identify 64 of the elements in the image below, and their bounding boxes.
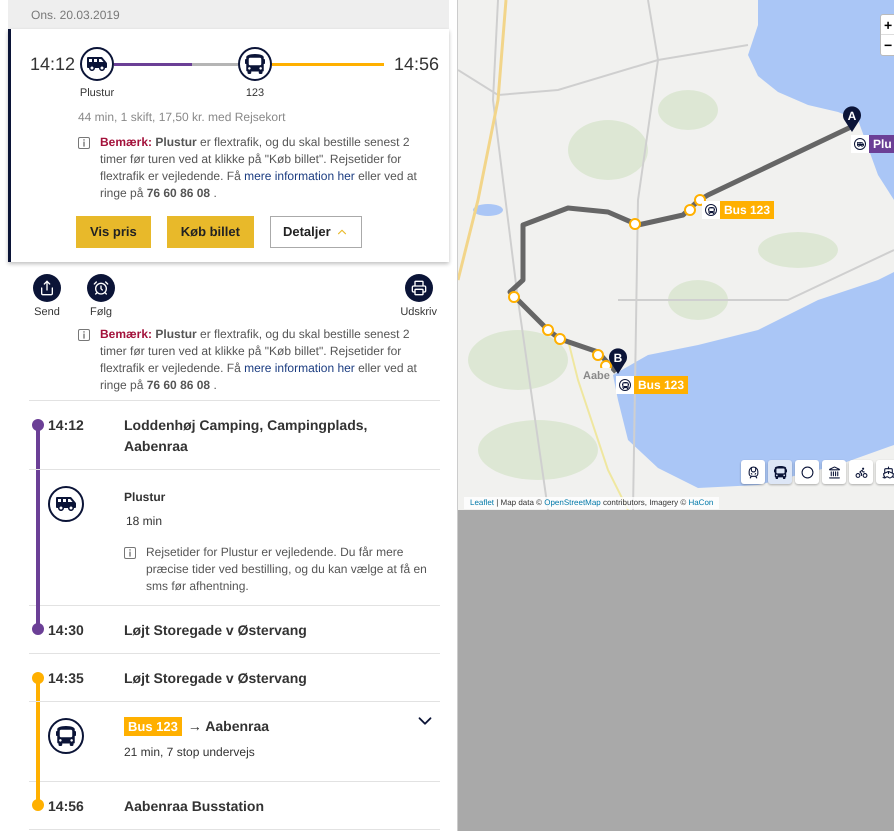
notice-text: Bemærk: Plustur er flextrafik, og du skal bestille senest 2 timer før turen ved at klikke på "Køb billet". Rejsetider for flextrafik er vejledende. Få mere information her eller ved at ringe på 76 60 86 08 .	[100, 134, 417, 202]
stop-name: Aabenraa Busstation	[124, 797, 264, 816]
details-button[interactable]: Detaljer	[270, 216, 362, 248]
attribution-link[interactable]: HaCon	[688, 498, 714, 507]
map-layer-button[interactable]	[849, 460, 873, 484]
map-pin[interactable]: B	[608, 348, 628, 374]
map-layer-button[interactable]	[822, 460, 846, 484]
transfer-line	[192, 63, 238, 66]
stop-name: Løjt Storegade v Østervang	[124, 621, 307, 640]
attribution-link[interactable]: OpenStreetMap	[544, 498, 601, 507]
map-pin[interactable]: A	[842, 106, 862, 132]
ship-icon	[882, 466, 894, 478]
departure-time: 14:12	[30, 53, 76, 76]
stop-time: 14:56	[48, 797, 85, 816]
share-icon	[39, 280, 55, 296]
info-link[interactable]: mere information her	[244, 168, 355, 182]
map-layer-button[interactable]	[741, 460, 765, 484]
stop-name: Loddenhøj Camping, Campingplads, Aabenraa	[124, 416, 368, 456]
stop-time: 14:30	[48, 621, 85, 640]
bus-icon	[245, 54, 265, 74]
bicycle-icon	[854, 466, 868, 478]
map-route-label[interactable]: Plu	[869, 135, 894, 153]
info-icon	[78, 136, 90, 148]
action-button[interactable]: Køb billet	[166, 216, 254, 248]
date-text: Ons. 20.03.2019	[31, 6, 120, 24]
van-icon	[87, 54, 107, 74]
leg-direction: → Aabenraa	[188, 717, 270, 736]
zoom-out-button[interactable]: −	[881, 35, 894, 55]
circle-icon	[800, 466, 814, 478]
notice-text: Bemærk: Plustur er flextrafik, og du skal bestille senest 2 timer før turen ved at klikke på "Køb billet". Rejsetider for flextrafik er vejledende. Få mere information her eller ved at ringe på 76 60 86 08 .	[100, 326, 418, 394]
leg-label: Plustur	[80, 86, 114, 101]
map-layer-button[interactable]	[795, 460, 819, 484]
map-layer-button[interactable]	[876, 460, 894, 484]
action-button[interactable]: Vis pris	[76, 216, 151, 248]
bus-icon	[708, 206, 714, 214]
bus-icon	[56, 726, 76, 746]
van-icon	[56, 494, 76, 514]
info-link[interactable]: mere information her	[244, 361, 355, 375]
trip-summary: 44 min, 1 skift, 17,50 kr. med Rejsekort	[77, 108, 286, 126]
leg-duration: 21 min, 7 stop undervejs	[124, 744, 256, 761]
map[interactable]: Aabe A Plu Bus 123 B Bus 123 + − Leaflet | Map data © OpenStreetMap contributors, Imagery © HaCon	[458, 0, 894, 510]
arrival-time: 14:56	[394, 53, 440, 76]
line-badge: Bus 123	[124, 716, 182, 736]
train-icon	[746, 466, 760, 478]
bus-icon	[774, 466, 786, 478]
map-layer-button[interactable]	[768, 460, 792, 484]
attribution-link[interactable]: Leaflet	[470, 498, 494, 507]
info-text: Rejsetider for Plustur er vejledende. Du får mere præcise tider ved bestilling, og du kan vælge at få en sms før afhentning.	[146, 544, 428, 595]
zoom-in-button[interactable]: +	[881, 15, 894, 35]
info-icon	[124, 547, 136, 559]
bus-icon	[622, 382, 628, 388]
stop-name: Løjt Storegade v Østervang	[124, 669, 308, 688]
info-icon	[78, 329, 90, 341]
map-attribution: Leaflet | Map data © OpenStreetMap contributors, Imagery © HaCon	[464, 497, 720, 509]
leg-title: Plustur	[124, 489, 166, 506]
printer-icon	[410, 280, 427, 296]
van-icon	[856, 140, 864, 148]
leg-label: 123	[246, 86, 264, 101]
stop-time: 14:12	[48, 416, 85, 435]
landmark-icon	[828, 466, 840, 478]
action-link[interactable]: Udskriv	[400, 274, 437, 320]
alarm-clock-icon	[93, 280, 109, 296]
leg-duration: 18 min	[126, 513, 164, 530]
stop-time: 14:35	[48, 669, 85, 688]
